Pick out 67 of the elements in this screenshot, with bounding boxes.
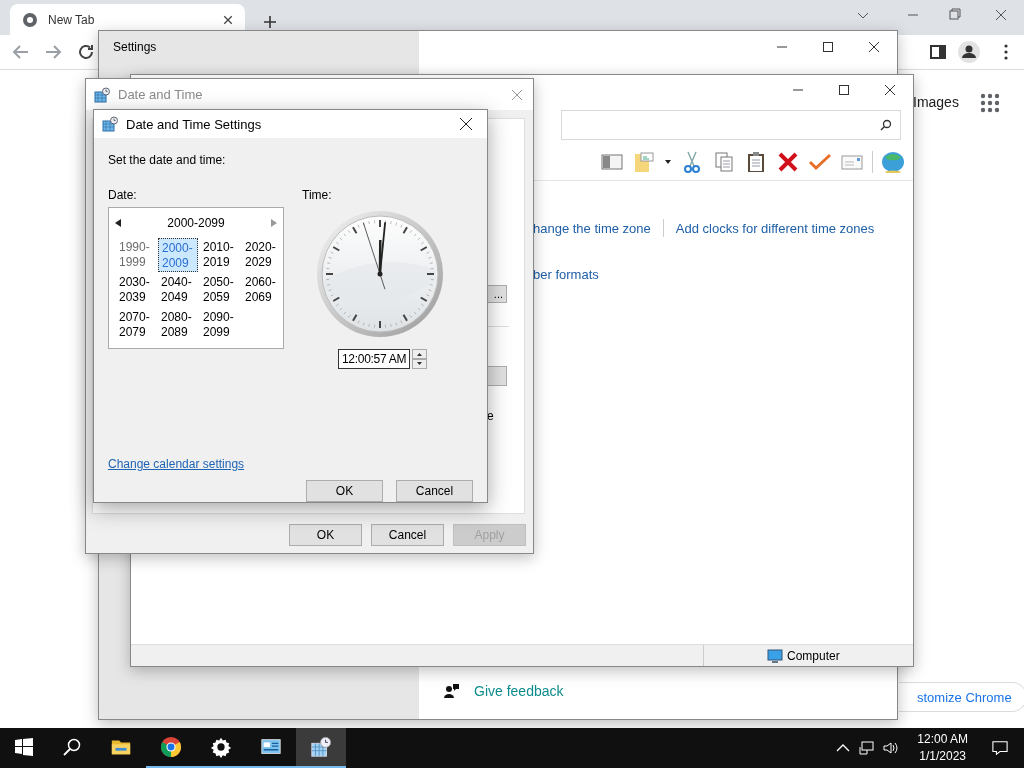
- search-icon: [880, 119, 892, 131]
- side-panel-icon[interactable]: [929, 43, 947, 61]
- window-title: Settings: [113, 40, 157, 54]
- search-icon[interactable]: [63, 738, 81, 756]
- back-icon[interactable]: [12, 43, 30, 61]
- decade-cell[interactable]: 2000-2009: [158, 238, 198, 272]
- dialog-button[interactable]: Cancel: [396, 480, 473, 502]
- delete-icon[interactable]: [776, 151, 800, 173]
- decade-cell[interactable]: 2070-2079: [116, 308, 156, 342]
- decade-cell[interactable]: 1990-1999: [116, 238, 156, 272]
- decade-cell[interactable]: 2090-2099: [200, 308, 240, 342]
- window-title: Date and Time: [118, 87, 203, 102]
- label-text: e: [487, 409, 494, 423]
- dialog-button[interactable]: OK: [306, 480, 383, 502]
- apps-grid-icon[interactable]: [980, 93, 1000, 113]
- forward-icon[interactable]: [44, 43, 62, 61]
- decade-cell[interactable]: 2030-2039: [116, 273, 156, 307]
- dialog-button[interactable]: Cancel: [371, 524, 444, 546]
- date-time-icon: [102, 116, 118, 132]
- volume-icon[interactable]: [883, 740, 900, 756]
- previous-icon[interactable]: [115, 219, 121, 227]
- decade-cell[interactable]: 2040-2049: [158, 273, 198, 307]
- calendar-range[interactable]: 2000-2099: [167, 216, 225, 230]
- date-label: Date:: [108, 188, 138, 202]
- notification-icon[interactable]: [992, 740, 1008, 756]
- pane-icon[interactable]: [600, 151, 624, 173]
- browser-logo-icon: [22, 11, 38, 28]
- globe-icon[interactable]: [881, 151, 905, 173]
- number-formats-link[interactable]: ber formats: [533, 267, 599, 282]
- restore-icon[interactable]: [948, 7, 962, 21]
- feedback-link[interactable]: Give feedback: [474, 683, 564, 699]
- calendar-settings-link[interactable]: Change calendar settings: [108, 457, 245, 471]
- clock-date: 1/1/2023: [919, 748, 966, 765]
- new-tab-icon[interactable]: [263, 15, 277, 29]
- gear-icon[interactable]: [210, 736, 232, 758]
- browser-icon[interactable]: [160, 736, 182, 758]
- start-icon[interactable]: [15, 738, 33, 756]
- images-link[interactable]: Images: [913, 94, 959, 110]
- decade-cell[interactable]: 2080-2089: [158, 308, 198, 342]
- date-time-icon: [94, 86, 110, 103]
- decade-cell[interactable]: 2020-2029: [242, 238, 282, 272]
- decade-cell[interactable]: 2060-2069: [242, 273, 282, 307]
- spinner-icon[interactable]: [412, 349, 427, 369]
- dialog-button[interactable]: OK: [289, 524, 362, 546]
- computer-icon: [767, 647, 783, 664]
- prompt-text: Set the date and time:: [108, 153, 227, 167]
- status-location: Computer: [787, 648, 840, 663]
- customize-chrome-button[interactable]: stomize Chrome: [899, 682, 1024, 712]
- feedback-icon: [444, 683, 460, 699]
- next-icon[interactable]: [271, 219, 277, 227]
- add-clocks-link[interactable]: Add clocks for different time zones: [675, 220, 875, 236]
- profile-icon[interactable]: [958, 41, 980, 63]
- time-field[interactable]: 12:00:57 AM: [338, 349, 410, 369]
- taskbar-app[interactable]: [296, 728, 346, 768]
- checkmark-icon[interactable]: [808, 151, 832, 173]
- decade-cell[interactable]: 2050-2059: [200, 273, 240, 307]
- close-icon[interactable]: [223, 14, 233, 25]
- time-zone-link[interactable]: hange the time zone: [533, 220, 651, 236]
- reload-icon[interactable]: [77, 43, 95, 61]
- time-label: Time:: [302, 188, 332, 202]
- network-icon[interactable]: [859, 740, 876, 756]
- dialog-title: Date and Time Settings: [126, 116, 262, 132]
- decade-cell[interactable]: 2010-2019: [200, 238, 240, 272]
- calendar-clock-icon[interactable]: [310, 736, 332, 758]
- search-field[interactable]: [561, 110, 901, 140]
- taskbar-clock[interactable]: 12:00 AM 1/1/2023: [907, 731, 978, 765]
- clock-time: 12:00 AM: [917, 731, 968, 748]
